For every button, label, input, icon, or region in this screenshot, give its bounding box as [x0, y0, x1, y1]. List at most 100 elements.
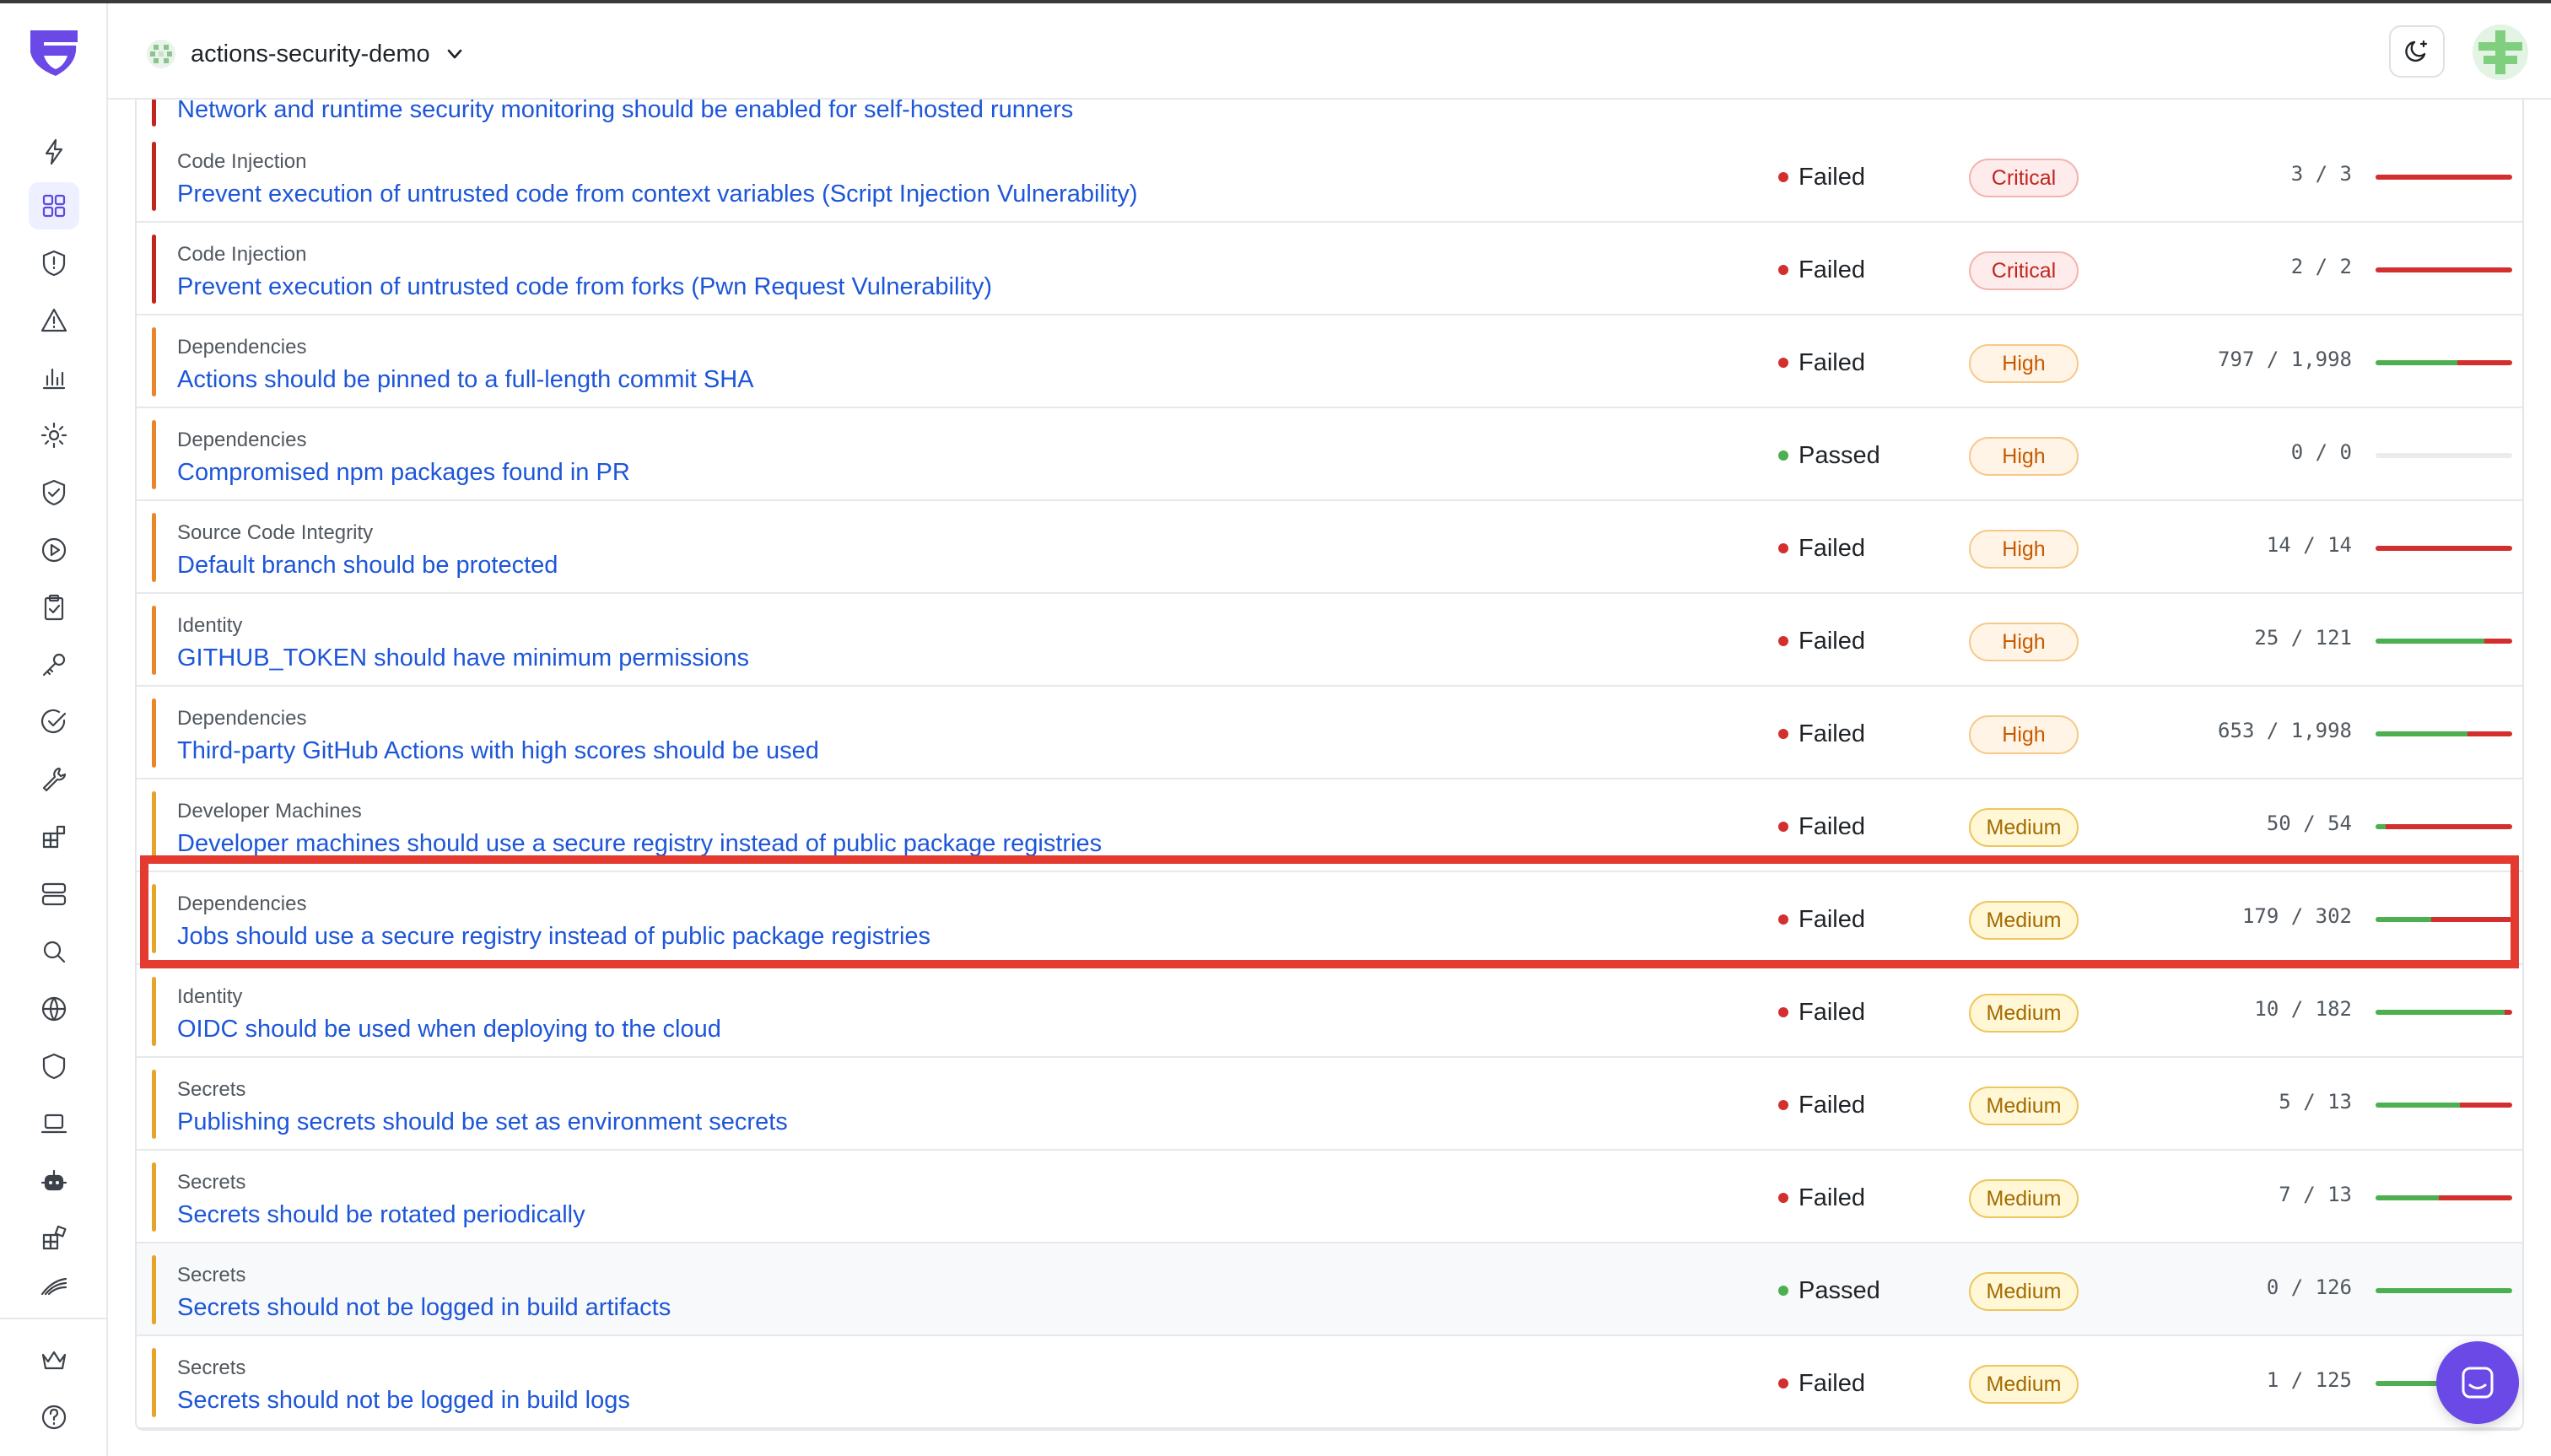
failure-progress-bar [2376, 1010, 2512, 1015]
failed-count: 0 / 126 [2266, 1275, 2352, 1299]
status-label: Failed [1799, 720, 1865, 747]
check-title-link[interactable]: Actions should be pinned to a full-lengt… [177, 366, 753, 394]
check-title-link[interactable]: Compromised npm packages found in PR [177, 459, 630, 487]
sidebar-item-wrench[interactable] [29, 756, 79, 803]
severity-indicator [152, 698, 156, 768]
shield-check-icon [42, 479, 66, 506]
sidebar-item-shield[interactable] [29, 1043, 79, 1090]
severity-badge: Medium [1969, 808, 2079, 847]
check-title-link[interactable]: Developer machines should use a secure r… [177, 830, 1102, 858]
severity-indicator [152, 1255, 156, 1324]
table-row[interactable]: Secrets Secrets should not be logged in b… [137, 1336, 2522, 1429]
failure-progress-bar [2376, 1288, 2512, 1293]
table-row[interactable]: Source Code Integrity Default branch shou… [137, 501, 2522, 594]
status-dot [1778, 1100, 1788, 1110]
table-row[interactable]: Identity OIDC should be used when deployi… [137, 965, 2522, 1058]
failed-segment [2438, 1195, 2512, 1200]
check-title-link[interactable]: Jobs should use a secure registry instea… [177, 923, 930, 951]
check-title-link[interactable]: OIDC should be used when deploying to th… [177, 1016, 721, 1043]
severity-indicator [152, 1348, 156, 1417]
status-cell: Failed [1778, 1184, 1865, 1211]
user-avatar[interactable] [2472, 24, 2529, 81]
status-dot [1778, 1193, 1788, 1203]
app-logo-icon[interactable] [25, 25, 83, 81]
sidebar-item-shield-alert[interactable] [29, 240, 79, 287]
sidebar-item-settings[interactable] [29, 412, 79, 459]
sidebar-item-crown[interactable] [29, 1336, 79, 1383]
severity-badge: Critical [1969, 159, 2079, 197]
failure-progress-bar [2376, 175, 2512, 180]
status-dot [1778, 543, 1788, 553]
table-row[interactable]: Identity GITHUB_TOKEN should have minimum… [137, 594, 2522, 687]
support-chat-button[interactable] [2436, 1341, 2519, 1424]
check-title-link[interactable]: Secrets should be rotated periodically [177, 1201, 585, 1229]
sidebar-item-shield-check[interactable] [29, 469, 79, 516]
sidebar-item-bolt[interactable] [29, 128, 79, 175]
check-title-link[interactable]: Secrets should not be logged in build lo… [177, 1387, 630, 1415]
sidebar-item-server[interactable] [29, 871, 79, 918]
failed-segment [2459, 1103, 2512, 1108]
passed-segment [2376, 1010, 2505, 1015]
table-row[interactable]: Secrets Publishing secrets should be set … [137, 1058, 2522, 1151]
check-title-link[interactable]: Default branch should be protected [177, 552, 558, 580]
check-title-link[interactable]: GITHUB_TOKEN should have minimum permiss… [177, 644, 749, 672]
sidebar-item-dashboard[interactable] [29, 182, 79, 229]
table-row[interactable]: Code Injection Prevent execution of untru… [137, 223, 2522, 315]
failed-count: 1 / 125 [2266, 1368, 2352, 1392]
check-title-link[interactable]: Network and runtime security monitoring … [177, 100, 1073, 124]
status-dot [1778, 636, 1788, 646]
wrench-icon [42, 767, 67, 792]
play-circle-icon [41, 537, 67, 563]
severity-badge: High [1969, 715, 2079, 754]
sidebar-item-check-circle[interactable] [29, 698, 79, 746]
sidebar-item-warning[interactable] [29, 297, 79, 344]
failed-segment [2376, 267, 2512, 272]
sidebar-item-robot[interactable] [29, 1157, 79, 1205]
failed-count: 179 / 302 [2241, 904, 2352, 928]
table-row[interactable]: Dependencies Actions should be pinned to … [137, 315, 2522, 408]
passed-segment [2376, 917, 2431, 922]
table-row[interactable]: Dependencies Third-party GitHub Actions w… [137, 687, 2522, 779]
status-cell: Failed [1778, 628, 1865, 655]
checks-table: Network and runtime security monitoring … [135, 100, 2524, 1431]
sidebar-item-clipboard-check[interactable] [29, 584, 79, 631]
table-row[interactable]: Secrets Secrets should be rotated periodi… [137, 1151, 2522, 1243]
severity-badge: Medium [1969, 901, 2079, 940]
table-row[interactable]: Dependencies Compromised npm packages fou… [137, 408, 2522, 501]
sidebar-item-key[interactable] [29, 641, 79, 688]
check-title-link[interactable]: Third-party GitHub Actions with high sco… [177, 737, 819, 765]
status-label: Failed [1799, 905, 1865, 933]
theme-toggle-button[interactable] [2389, 25, 2445, 78]
sidebar-item-laptop[interactable] [29, 1100, 79, 1147]
table-row[interactable]: Dependencies Jobs should use a secure reg… [137, 872, 2522, 965]
table-row[interactable]: Developer Machines Developer machines sho… [137, 779, 2522, 872]
passed-segment [2376, 1103, 2460, 1108]
check-title-link[interactable]: Prevent execution of untrusted code from… [177, 273, 992, 301]
sidebar-item-search[interactable] [29, 928, 79, 975]
passed-segment [2376, 360, 2458, 365]
check-title-link[interactable]: Prevent execution of untrusted code from… [177, 181, 1138, 208]
sidebar-item-globe[interactable] [29, 985, 79, 1033]
status-cell: Failed [1778, 349, 1865, 376]
failure-progress-bar [2376, 546, 2512, 551]
settings-icon [40, 422, 67, 449]
table-row[interactable]: Secrets Secrets should not be logged in b… [137, 1243, 2522, 1336]
org-avatar-icon [147, 40, 175, 68]
table-row[interactable]: Code Injection Prevent execution of untru… [137, 130, 2522, 223]
check-title-link[interactable]: Publishing secrets should be set as envi… [177, 1108, 788, 1136]
status-dot [1778, 265, 1788, 275]
check-category: Dependencies [177, 336, 307, 359]
sidebar-item-stack[interactable] [29, 1262, 79, 1309]
status-cell: Failed [1778, 813, 1865, 840]
check-category: Secrets [177, 1356, 246, 1379]
sidebar-item-help[interactable] [29, 1394, 79, 1441]
sidebar-item-play-circle[interactable] [29, 526, 79, 574]
sidebar-item-integrations[interactable] [29, 1215, 79, 1262]
sidebar-item-apps[interactable] [29, 813, 79, 860]
status-cell: Failed [1778, 535, 1865, 562]
org-switcher[interactable]: actions-security-demo [145, 34, 466, 74]
severity-indicator [152, 884, 156, 953]
sidebar-item-bar-chart[interactable] [29, 354, 79, 402]
check-title-link[interactable]: Secrets should not be logged in build ar… [177, 1294, 671, 1322]
status-label: Failed [1799, 348, 1865, 376]
